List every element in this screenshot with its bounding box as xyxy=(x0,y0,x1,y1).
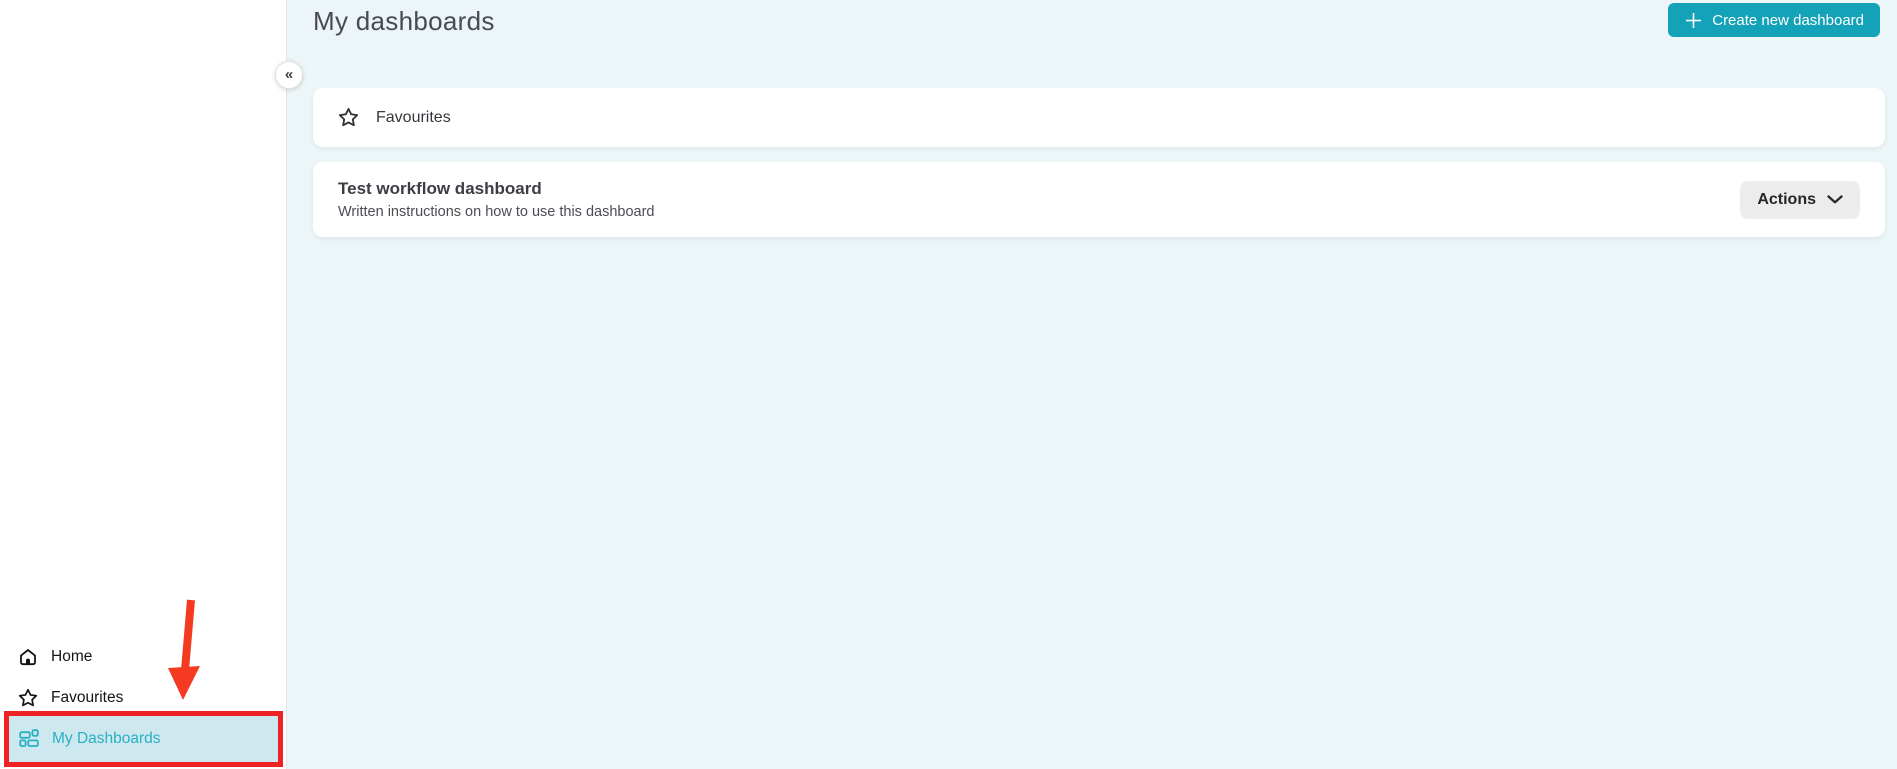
sidebar-collapse-button[interactable]: « xyxy=(275,61,303,89)
star-icon xyxy=(338,107,359,128)
sidebar: Home Favourites My Dashboards xyxy=(0,0,287,769)
page-title: My dashboards xyxy=(313,6,495,36)
sidebar-item-home[interactable]: Home xyxy=(0,640,286,674)
main-content: My dashboards Create new dashboard Favou… xyxy=(288,0,1897,769)
actions-button[interactable]: Actions xyxy=(1740,180,1860,219)
chevron-down-icon xyxy=(1827,195,1843,204)
dashboard-card[interactable]: Test workflow dashboard Written instruct… xyxy=(313,162,1885,237)
star-icon xyxy=(18,688,38,708)
actions-button-label: Actions xyxy=(1757,190,1816,208)
annotation-highlight-box: My Dashboards xyxy=(4,711,283,767)
create-new-dashboard-button[interactable]: Create new dashboard xyxy=(1668,3,1880,37)
sidebar-item-favourites[interactable]: Favourites xyxy=(0,681,286,715)
home-icon xyxy=(18,647,38,667)
favourites-section-card[interactable]: Favourites xyxy=(313,88,1885,147)
dashboard-title[interactable]: Test workflow dashboard xyxy=(338,179,655,199)
sidebar-item-my-dashboards[interactable]: My Dashboards xyxy=(9,716,278,762)
sidebar-item-label: Home xyxy=(51,648,93,665)
dashboard-icon xyxy=(19,729,39,749)
favourites-section-label: Favourites xyxy=(376,108,451,126)
create-new-dashboard-label: Create new dashboard xyxy=(1712,11,1864,29)
sidebar-item-label: My Dashboards xyxy=(52,730,161,747)
dashboard-card-text: Test workflow dashboard Written instruct… xyxy=(338,179,655,220)
dashboard-description: Written instructions on how to use this … xyxy=(338,204,655,220)
chevrons-left-icon: « xyxy=(284,65,294,83)
sidebar-item-label: Favourites xyxy=(51,689,124,706)
plus-icon xyxy=(1684,11,1703,30)
